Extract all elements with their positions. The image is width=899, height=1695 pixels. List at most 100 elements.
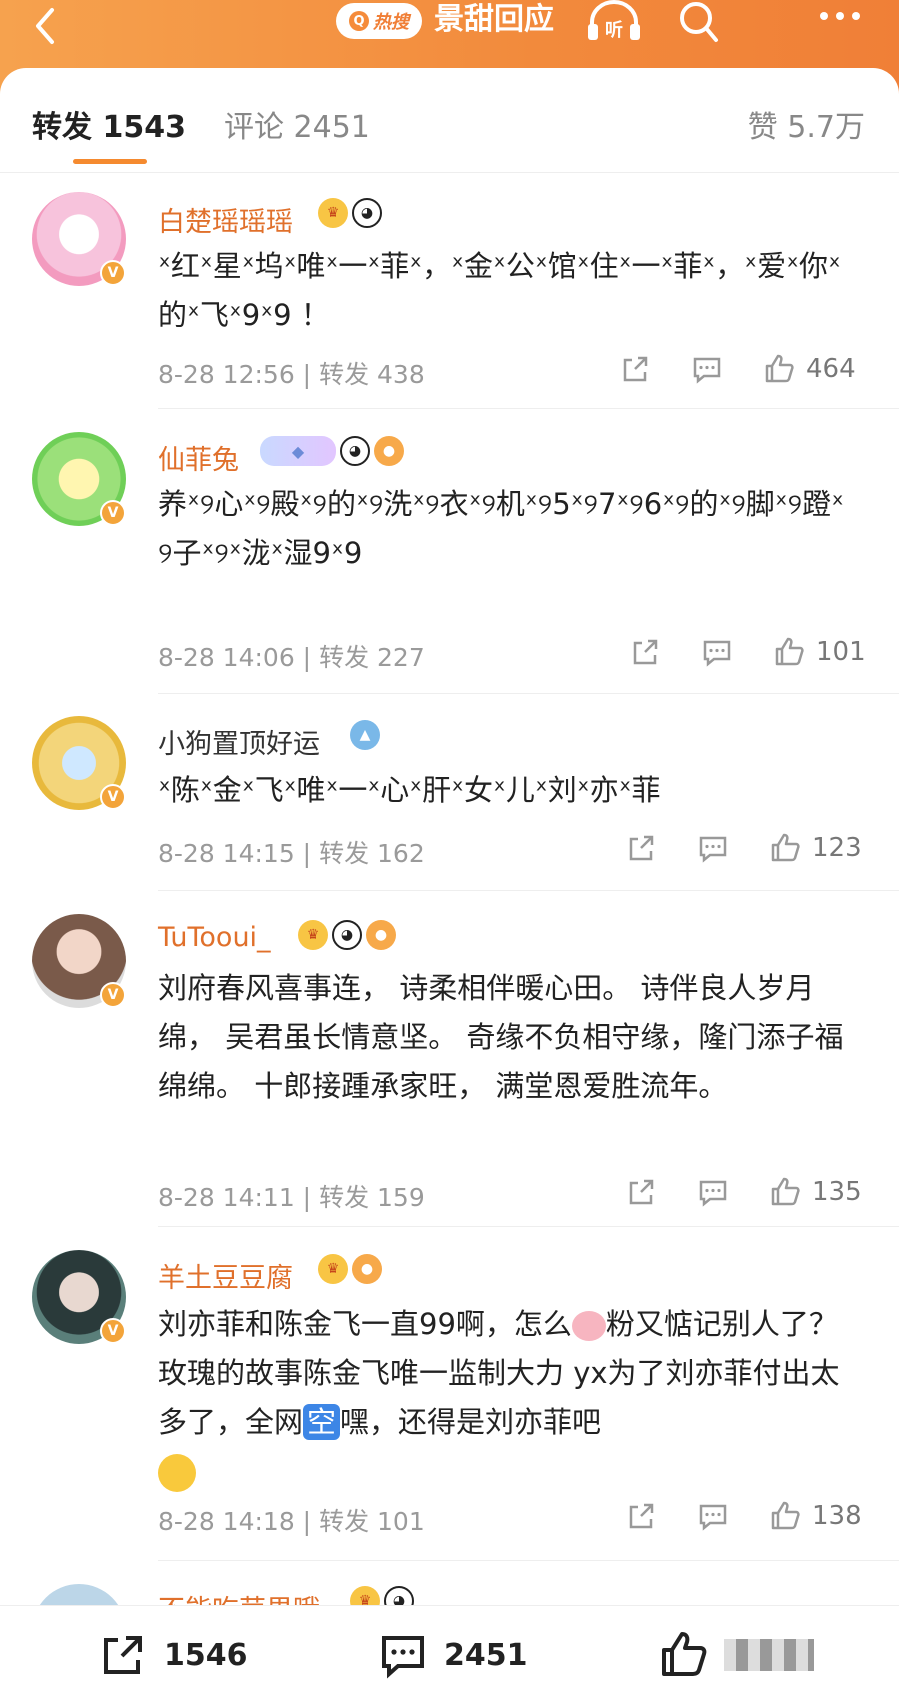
share-icon[interactable]	[618, 352, 652, 386]
tab-comment[interactable]: 评论 2451	[224, 102, 370, 146]
username[interactable]: 小狗置顶好运	[158, 722, 320, 761]
share-icon[interactable]	[624, 1499, 658, 1533]
comment-icon[interactable]	[700, 635, 734, 669]
comment-actions: 138	[624, 1499, 862, 1533]
bottom-comment-count: 2451	[444, 1637, 528, 1673]
divider	[158, 1560, 899, 1561]
user-badges: ▲	[350, 720, 380, 750]
share-icon[interactable]	[628, 635, 662, 669]
active-tab-indicator	[73, 159, 147, 164]
bottom-action-bar: 1546 2451	[0, 1605, 899, 1695]
list-item: V 白楚瑶瑶瑶 ♛ ◕ ˣ红ˣ星ˣ坞ˣ唯ˣ一ˣ菲ˣ，ˣ金ˣ公ˣ馆ˣ住ˣ一ˣ菲ˣ，…	[0, 190, 899, 410]
divider	[158, 890, 899, 891]
like-icon[interactable]	[768, 1175, 802, 1209]
comment-text: ˣ红ˣ星ˣ坞ˣ唯ˣ一ˣ菲ˣ，ˣ金ˣ公ˣ馆ˣ住ˣ一ˣ菲ˣ，ˣ爱ˣ你ˣ的ˣ飞ˣ9ˣ9…	[158, 249, 841, 332]
share-icon[interactable]	[624, 831, 658, 865]
shark-icon: ▲	[350, 720, 380, 750]
repost-count: 转发 101	[319, 1507, 425, 1536]
share-icon[interactable]	[624, 1175, 658, 1209]
username[interactable]: TuTooui_	[158, 922, 271, 953]
comment-text-part: 刘亦菲和陈金飞一直99啊，怎么	[158, 1307, 572, 1341]
panda-icon: ◕	[332, 920, 362, 950]
divider	[158, 693, 899, 694]
kong-emoji-icon: 空	[303, 1404, 341, 1440]
fish-icon: ●	[374, 436, 404, 466]
panda-icon: ◕	[352, 198, 382, 228]
search-icon[interactable]	[668, 0, 728, 44]
comment-actions: 101	[628, 635, 866, 669]
surprised-face-icon	[158, 1454, 196, 1492]
bottom-like-button[interactable]	[656, 1628, 814, 1682]
comment-actions: 464	[618, 352, 856, 386]
comment-text: 养ˣ୨心ˣ୨殿ˣ୨的ˣ୨洗ˣ୨衣ˣ୨机ˣ୨5ˣ୨7ˣ୨6ˣ୨的ˣ୨脚ˣ୨蹬ˣ୨子…	[158, 487, 844, 570]
comment-meta: 8-28 14:11 | 转发 159	[158, 1183, 425, 1212]
comment-actions: 123	[624, 831, 862, 865]
repost-count: 转发 162	[319, 839, 425, 868]
fish-icon: ●	[352, 1254, 382, 1284]
verified-icon: V	[100, 784, 126, 810]
comment-text: ˣ陈ˣ金ˣ飞ˣ唯ˣ一ˣ心ˣ肝ˣ女ˣ儿ˣ刘ˣ亦ˣ菲	[158, 773, 661, 807]
more-icon[interactable]	[810, 0, 870, 44]
like-count: 135	[812, 1177, 862, 1207]
comment-meta: 8-28 14:06 | 转发 227	[158, 643, 425, 672]
user-badges: ♛ ●	[318, 1254, 382, 1284]
comment-meta: 8-28 14:15 | 转发 162	[158, 839, 425, 868]
verified-icon: V	[100, 982, 126, 1008]
hot-search-label: 热搜	[373, 12, 409, 33]
list-item: V 小狗置顶好运 ▲ ˣ陈ˣ金ˣ飞ˣ唯ˣ一ˣ心ˣ肝ˣ女ˣ儿ˣ刘ˣ亦ˣ菲 8-28…	[0, 712, 899, 887]
divider	[158, 1226, 899, 1227]
list-item: V 仙菲兔 ◆ ◕ ● 养ˣ୨心ˣ୨殿ˣ୨的ˣ୨洗ˣ୨衣ˣ୨机ˣ୨5ˣ୨7ˣ୨6…	[0, 428, 899, 693]
comment-time: 8-28 14:11	[158, 1183, 295, 1212]
topic-title[interactable]: 景甜回应	[434, 0, 554, 40]
username[interactable]: 白楚瑶瑶瑶	[158, 200, 293, 239]
fish-icon: ●	[366, 920, 396, 950]
bottom-repost-button[interactable]: 1546	[96, 1628, 248, 1682]
crown-icon: ♛	[318, 1254, 348, 1284]
list-item: V 羊土豆豆腐 ♛ ● 刘亦菲和陈金飞一直99啊，怎么 粉又惦记别人了？玫瑰的故事…	[0, 1244, 899, 1564]
comment-actions: 135	[624, 1175, 862, 1209]
panda-icon: ◕	[340, 436, 370, 466]
comment-text: 刘府春风喜事连， 诗柔相伴暖心田。 诗伴良人岁月绵， 吴君虽长情意坚。 奇缘不负…	[158, 971, 844, 1103]
pig-emoji-icon	[571, 1311, 606, 1341]
svip-badge-icon: ◆	[260, 436, 336, 466]
comment-icon[interactable]	[690, 352, 724, 386]
verified-icon: V	[100, 260, 126, 286]
like-icon[interactable]	[768, 1499, 802, 1533]
bottom-repost-count: 1546	[164, 1637, 248, 1673]
repost-count: 转发 227	[319, 643, 425, 672]
tab-like[interactable]: 赞 5.7万	[748, 102, 865, 146]
comment-text: 刘亦菲和陈金飞一直99啊，怎么 粉又惦记别人了？玫瑰的故事陈金飞唯一监制大力 yx…	[158, 1300, 858, 1496]
comment-time: 8-28 14:15	[158, 839, 295, 868]
tab-repost[interactable]: 转发 1543	[32, 102, 186, 146]
like-count: 138	[812, 1501, 862, 1531]
comment-text-part: 嘿，还得是刘亦菲吧	[340, 1405, 602, 1439]
like-icon[interactable]	[762, 352, 796, 386]
bottom-comment-button[interactable]: 2451	[376, 1628, 528, 1682]
list-item: V TuTooui_ ♛ ◕ ● 刘府春风喜事连， 诗柔相伴暖心田。 诗伴良人岁…	[0, 910, 899, 1220]
crown-icon: ♛	[318, 198, 348, 228]
username[interactable]: 羊土豆豆腐	[158, 1256, 293, 1295]
like-icon[interactable]	[772, 635, 806, 669]
hot-search-pill[interactable]: Q 热搜	[336, 3, 422, 39]
user-badges: ♛ ◕	[318, 198, 382, 228]
username[interactable]: 仙菲兔	[158, 438, 239, 477]
comment-icon[interactable]	[696, 1175, 730, 1209]
comment-time: 8-28 14:06	[158, 643, 295, 672]
repost-count: 转发 438	[319, 360, 425, 389]
like-count: 101	[816, 637, 866, 667]
bottom-like-count-redacted	[724, 1639, 814, 1671]
listen-label: 听	[605, 19, 623, 41]
like-count: 464	[806, 354, 856, 384]
repost-count: 转发 159	[319, 1183, 425, 1212]
divider	[158, 408, 899, 409]
hot-search-icon: Q	[349, 11, 369, 31]
like-count: 123	[812, 833, 862, 863]
like-icon[interactable]	[768, 831, 802, 865]
comment-icon	[382, 1636, 424, 1679]
back-icon[interactable]	[28, 6, 68, 46]
share-icon	[104, 1636, 142, 1674]
comment-icon[interactable]	[696, 831, 730, 865]
comment-meta: 8-28 12:56 | 转发 438	[158, 360, 425, 389]
comment-icon[interactable]	[696, 1499, 730, 1533]
headphone-icon[interactable]: 听	[584, 0, 644, 44]
